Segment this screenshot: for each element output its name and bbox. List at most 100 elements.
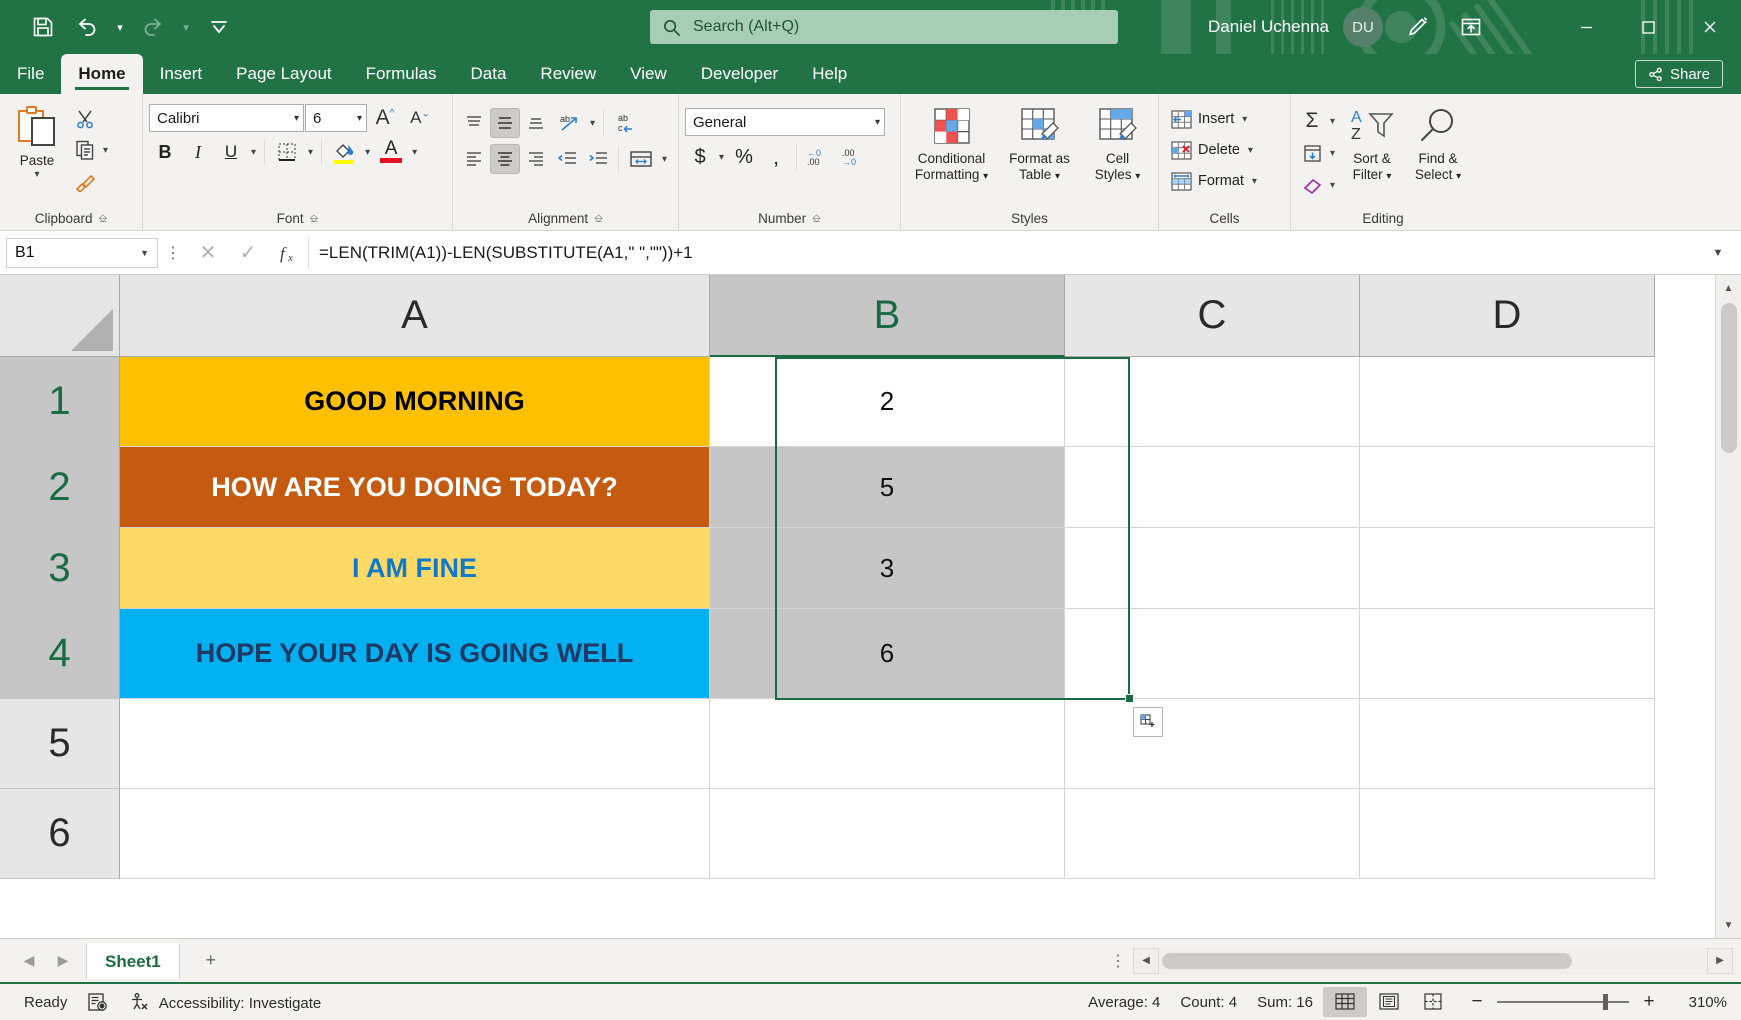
copy-dropdown-icon[interactable]: ▾ [100,145,111,156]
clipboard-dialog-launcher[interactable]: ⎒ [99,208,108,230]
delete-dropdown-icon[interactable]: ▾ [1245,145,1256,156]
autosum-dropdown-icon[interactable]: ▾ [1327,116,1338,127]
fill-color-button[interactable] [327,137,361,167]
cell-c5[interactable] [1065,699,1360,789]
bottom-align-button[interactable] [521,108,551,138]
tab-insert[interactable]: Insert [143,54,220,94]
sheet-tab-sheet1[interactable]: Sheet1 [86,943,180,979]
insert-cells-button[interactable]: Insert ▾ [1165,104,1255,134]
cell-a4[interactable]: HOPE YOUR DAY IS GOING WELL [120,609,710,699]
zoom-level[interactable]: 310% [1669,994,1727,1011]
maximize-button[interactable] [1617,0,1679,54]
merge-center-button[interactable] [624,144,658,174]
cell-d1[interactable] [1360,357,1655,447]
orientation-dropdown-icon[interactable]: ▾ [587,118,598,129]
sort-filter-button[interactable]: A Z Sort & Filter ▾ [1340,102,1404,189]
borders-dropdown-icon[interactable]: ▾ [305,147,316,158]
scroll-down-icon[interactable]: ▼ [1716,912,1741,938]
conditional-formatting-button[interactable]: Conditional Formatting ▾ [906,102,998,189]
font-color-dropdown-icon[interactable]: ▾ [409,147,420,158]
increase-indent-button[interactable] [583,144,613,174]
quick-analysis-button[interactable] [1133,707,1163,737]
scroll-up-icon[interactable]: ▲ [1716,275,1741,301]
scroll-right-icon[interactable]: ▶ [1707,948,1733,974]
paste-dropdown-icon[interactable]: ▾ [31,169,42,180]
minimize-button[interactable] [1555,0,1617,54]
display-settings-icon[interactable] [1451,7,1491,47]
row-header-2[interactable]: 2 [0,447,120,528]
insert-dropdown-icon[interactable]: ▾ [1239,114,1250,125]
tab-developer[interactable]: Developer [684,54,796,94]
tab-help[interactable]: Help [795,54,864,94]
search-input[interactable]: Search (Alt+Q) [650,10,1118,44]
normal-view-button[interactable] [1323,987,1367,1017]
number-format-select[interactable]: General ▾ [685,108,885,136]
fill-color-dropdown-icon[interactable]: ▾ [362,147,373,158]
tab-home[interactable]: Home [61,54,142,94]
bold-button[interactable]: B [149,137,181,167]
column-header-b[interactable]: B [710,275,1065,357]
cell-d6[interactable] [1360,789,1655,879]
horizontal-scroll-track[interactable] [1159,948,1707,974]
format-cells-button[interactable]: Format ▾ [1165,166,1265,196]
row-header-6[interactable]: 6 [0,789,120,879]
scroll-left-icon[interactable]: ◀ [1133,948,1159,974]
middle-align-button[interactable] [490,108,520,138]
sheet-prev-icon[interactable]: ◀ [12,944,46,978]
cell-d4[interactable] [1360,609,1655,699]
redo-dropdown-icon[interactable]: ▾ [178,9,194,45]
cell-b4[interactable]: 6 [710,609,1065,699]
fill-dropdown-icon[interactable]: ▾ [1327,148,1338,159]
accounting-format-button[interactable]: $ [685,142,715,172]
zoom-in-button[interactable]: + [1639,991,1659,1013]
font-family-select[interactable]: Calibri ▾ [149,104,304,132]
italic-button[interactable]: I [182,137,214,167]
wrap-text-button[interactable]: ab c [609,108,643,138]
name-box[interactable]: B1 ▼ [6,238,158,268]
column-header-c[interactable]: C [1065,275,1360,357]
comma-format-button[interactable]: ‚ [761,142,791,172]
formula-bar-handle[interactable]: ⋮ [158,243,188,263]
align-right-button[interactable] [521,144,551,174]
cell-d2[interactable] [1360,447,1655,528]
cell-c2[interactable] [1065,447,1360,528]
row-header-1[interactable]: 1 [0,357,120,447]
delete-cells-button[interactable]: Delete ▾ [1165,135,1261,165]
cell-a5[interactable] [120,699,710,789]
zoom-slider-thumb[interactable] [1603,994,1608,1010]
column-header-a[interactable]: A [120,275,710,357]
top-align-button[interactable] [459,108,489,138]
cell-a1[interactable]: GOOD MORNING [120,357,710,447]
borders-button[interactable] [270,137,304,167]
orientation-button[interactable]: ab [552,108,586,138]
copy-button[interactable] [70,135,100,165]
row-header-4[interactable]: 4 [0,609,120,699]
cell-b1[interactable]: 2 [710,357,1065,447]
select-all-button[interactable] [0,275,120,357]
undo-dropdown-icon[interactable]: ▾ [112,9,128,45]
cut-button[interactable] [70,104,100,134]
add-sheet-button[interactable]: + [194,944,228,978]
accessibility-status[interactable]: Accessibility: Investigate [119,992,331,1012]
record-macro-button[interactable] [77,992,119,1012]
cell-b3[interactable]: 3 [710,528,1065,609]
font-size-select[interactable]: 6 ▾ [305,104,367,132]
paste-button[interactable]: Paste ▾ [6,100,68,184]
save-icon[interactable] [24,9,62,45]
underline-button[interactable]: U [215,137,247,167]
fill-button[interactable] [1297,138,1327,168]
sheet-next-icon[interactable]: ▶ [46,944,80,978]
align-left-button[interactable] [459,144,489,174]
clear-button[interactable] [1297,170,1327,200]
find-select-button[interactable]: Find & Select ▾ [1406,102,1470,189]
zoom-slider[interactable] [1497,994,1629,1010]
cell-c6[interactable] [1065,789,1360,879]
formula-input[interactable]: =LEN(TRIM(A1))-LEN(SUBSTITUTE(A1," ","")… [308,237,1701,269]
autosum-button[interactable]: Σ [1297,106,1327,136]
decrease-indent-button[interactable] [552,144,582,174]
row-header-3[interactable]: 3 [0,528,120,609]
share-button[interactable]: Share [1635,60,1723,88]
horizontal-scroll-thumb[interactable] [1162,953,1572,969]
cell-b2[interactable]: 5 [710,447,1065,528]
expand-formula-bar-icon[interactable]: ▼ [1701,247,1735,259]
